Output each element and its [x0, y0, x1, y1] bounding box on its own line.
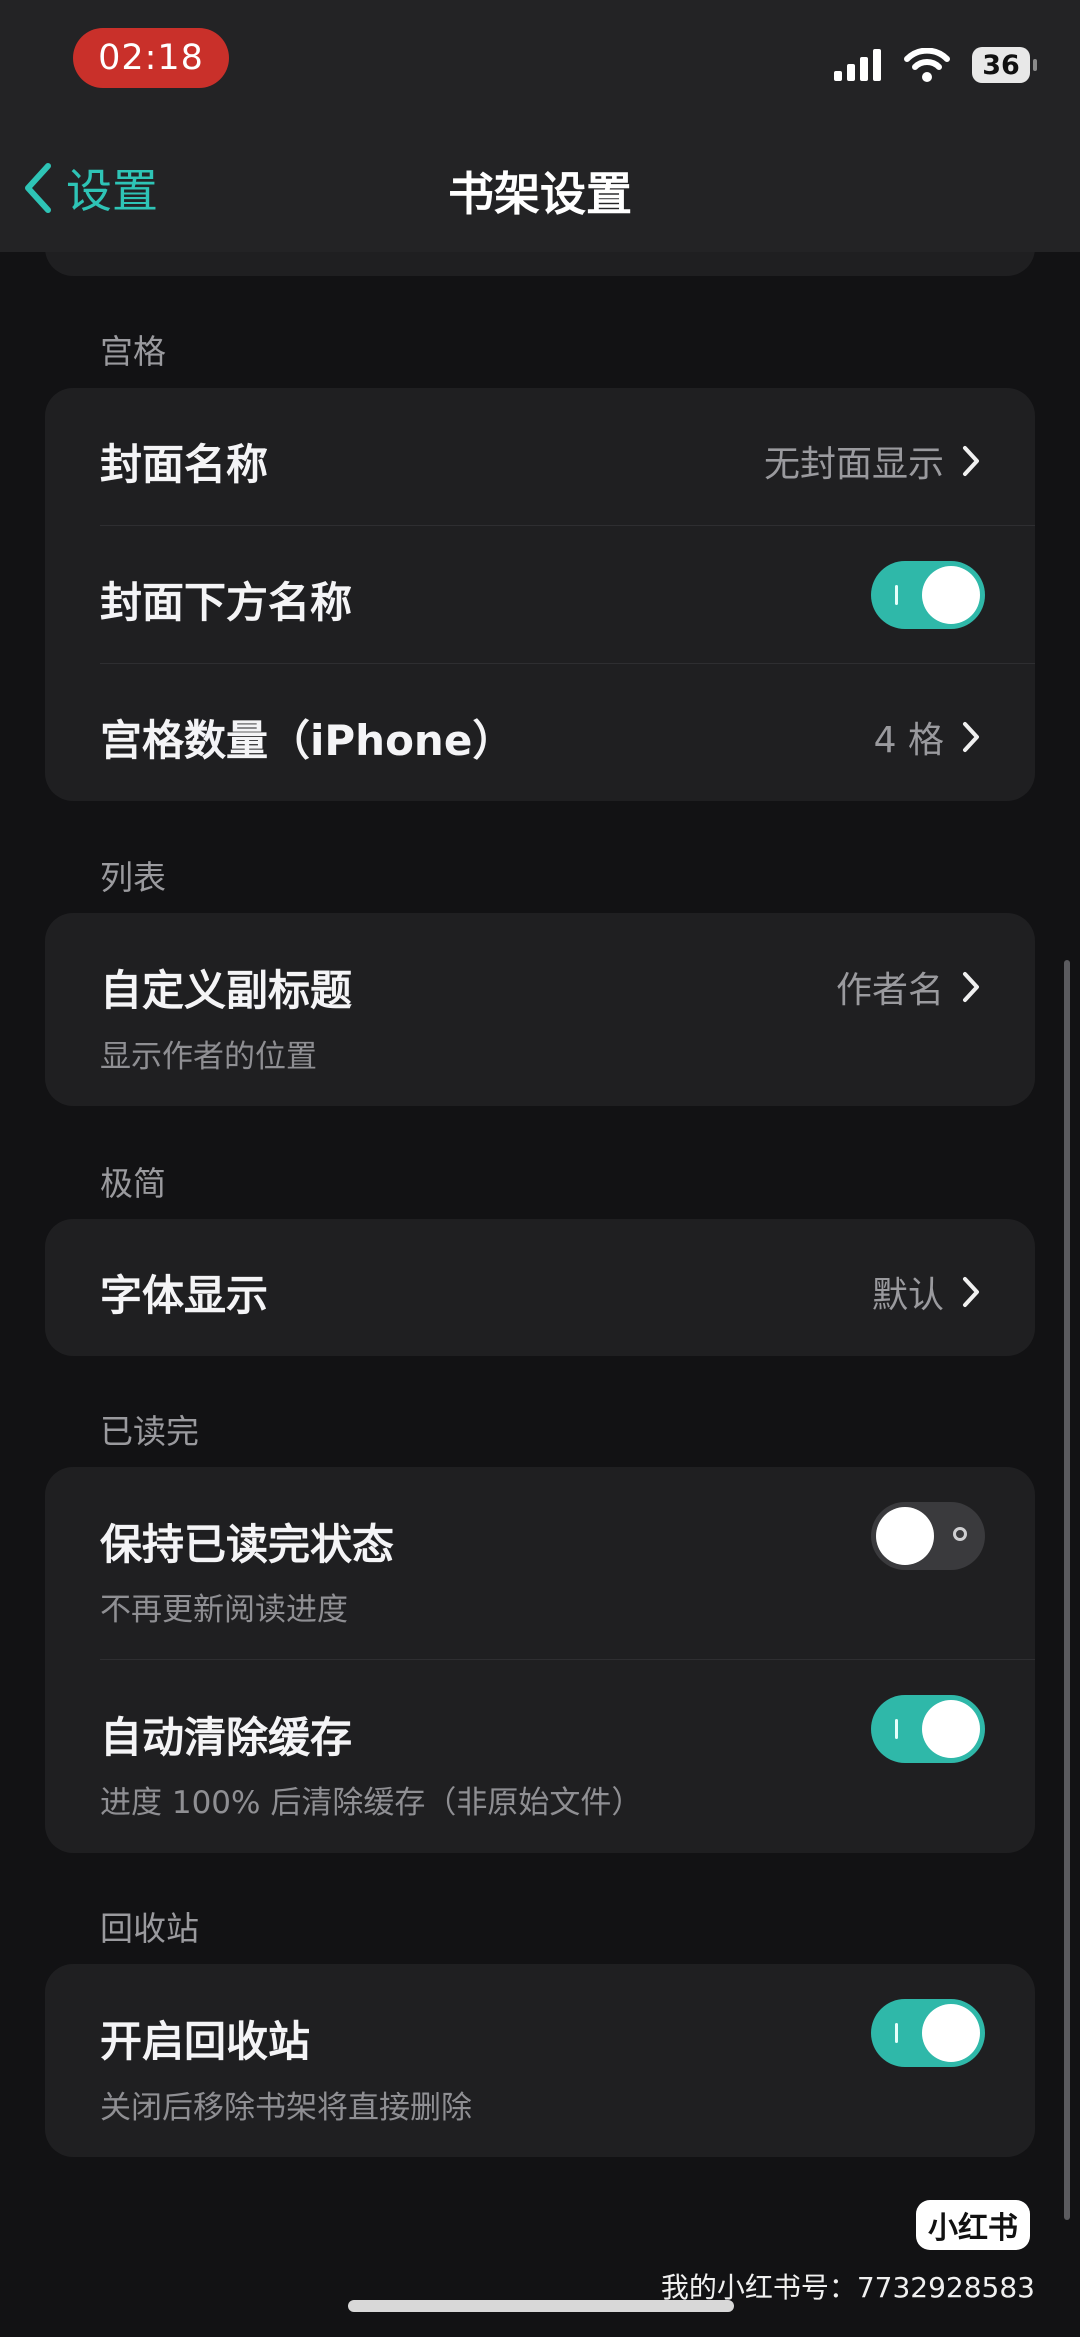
cover-below-name-row: 封面下方名称 — [45, 526, 1035, 663]
custom-subtitle-subtitle: 显示作者的位置 — [100, 1039, 317, 1075]
cellular-signal-icon — [834, 49, 881, 81]
home-indicator[interactable] — [348, 2300, 734, 2312]
chevron-right-icon — [963, 722, 979, 752]
grid-count-value-text: 4 格 — [873, 720, 944, 761]
xiaohongshu-logo: 小红书 — [916, 2200, 1030, 2250]
grid-count-value: 4 格 — [874, 711, 980, 763]
auto-clear-cache-subtitle: 进度 100% 后清除缓存（非原始文件） — [100, 1785, 643, 1821]
chevron-right-icon — [963, 1277, 979, 1307]
grid-count-title: 宫格数量（iPhone） — [100, 716, 515, 765]
section-label-list: 列表 — [100, 858, 166, 897]
section-label-recycle: 回收站 — [100, 1909, 199, 1948]
section-label-minimal: 极简 — [100, 1164, 166, 1203]
font-display-value-text: 默认 — [871, 1275, 944, 1316]
status-time: 02:18 — [73, 28, 229, 88]
navigation-bar: 02:18 36 设置 书架设置 — [0, 0, 1080, 252]
keep-finished-status-subtitle: 不再更新阅读进度 — [100, 1592, 348, 1628]
finished-settings-card: 保持已读完状态 不再更新阅读进度 自动清除缓存 进度 100% 后清除缓存（非原… — [45, 1467, 1035, 1853]
list-settings-card: 自定义副标题 显示作者的位置 作者名 — [45, 913, 1035, 1106]
font-display-title: 字体显示 — [100, 1271, 269, 1320]
battery-indicator: 36 — [972, 47, 1037, 83]
grid-settings-card: 封面名称 无封面显示 封面下方名称 宫格数量（iPhone） 4 格 — [45, 388, 1035, 801]
enable-recycle-row: 开启回收站 关闭后移除书架将直接删除 — [45, 1964, 1035, 2157]
cover-name-value: 无封面显示 — [764, 435, 980, 487]
scrollbar[interactable] — [1064, 960, 1070, 2220]
enable-recycle-toggle[interactable] — [871, 1999, 985, 2067]
auto-clear-cache-toggle[interactable] — [871, 1695, 985, 1763]
section-label-grid: 宫格 — [100, 332, 166, 371]
cover-below-name-toggle[interactable] — [871, 561, 985, 629]
font-display-row[interactable]: 字体显示 默认 — [45, 1219, 1035, 1356]
cover-name-title: 封面名称 — [100, 440, 269, 489]
chevron-right-icon — [963, 446, 979, 476]
custom-subtitle-value-text: 作者名 — [835, 970, 944, 1011]
recycle-settings-card: 开启回收站 关闭后移除书架将直接删除 — [45, 1964, 1035, 2157]
cover-below-name-title: 封面下方名称 — [100, 578, 353, 627]
minimal-settings-card: 字体显示 默认 — [45, 1219, 1035, 1356]
grid-count-row[interactable]: 宫格数量（iPhone） 4 格 — [45, 664, 1035, 801]
auto-clear-cache-title: 自动清除缓存 — [100, 1713, 353, 1762]
keep-finished-status-title: 保持已读完状态 — [100, 1520, 395, 1569]
custom-subtitle-title: 自定义副标题 — [100, 966, 353, 1015]
auto-clear-cache-row: 自动清除缓存 进度 100% 后清除缓存（非原始文件） — [45, 1660, 1035, 1853]
custom-subtitle-value: 作者名 — [836, 961, 980, 1013]
custom-subtitle-row[interactable]: 自定义副标题 显示作者的位置 作者名 — [45, 913, 1035, 1106]
wifi-icon — [904, 48, 950, 82]
keep-finished-status-row: 保持已读完状态 不再更新阅读进度 — [45, 1467, 1035, 1659]
cover-name-value-text: 无封面显示 — [763, 444, 944, 485]
enable-recycle-title: 开启回收站 — [100, 2017, 311, 2066]
section-label-finished: 已读完 — [100, 1412, 199, 1451]
font-display-value: 默认 — [872, 1266, 980, 1318]
page-title: 书架设置 — [448, 167, 632, 221]
keep-finished-status-toggle[interactable] — [871, 1502, 985, 1570]
enable-recycle-subtitle: 关闭后移除书架将直接删除 — [100, 2090, 472, 2126]
chevron-right-icon — [963, 972, 979, 1002]
cover-name-row[interactable]: 封面名称 无封面显示 — [45, 388, 1035, 526]
status-icons: 36 — [834, 40, 1037, 90]
